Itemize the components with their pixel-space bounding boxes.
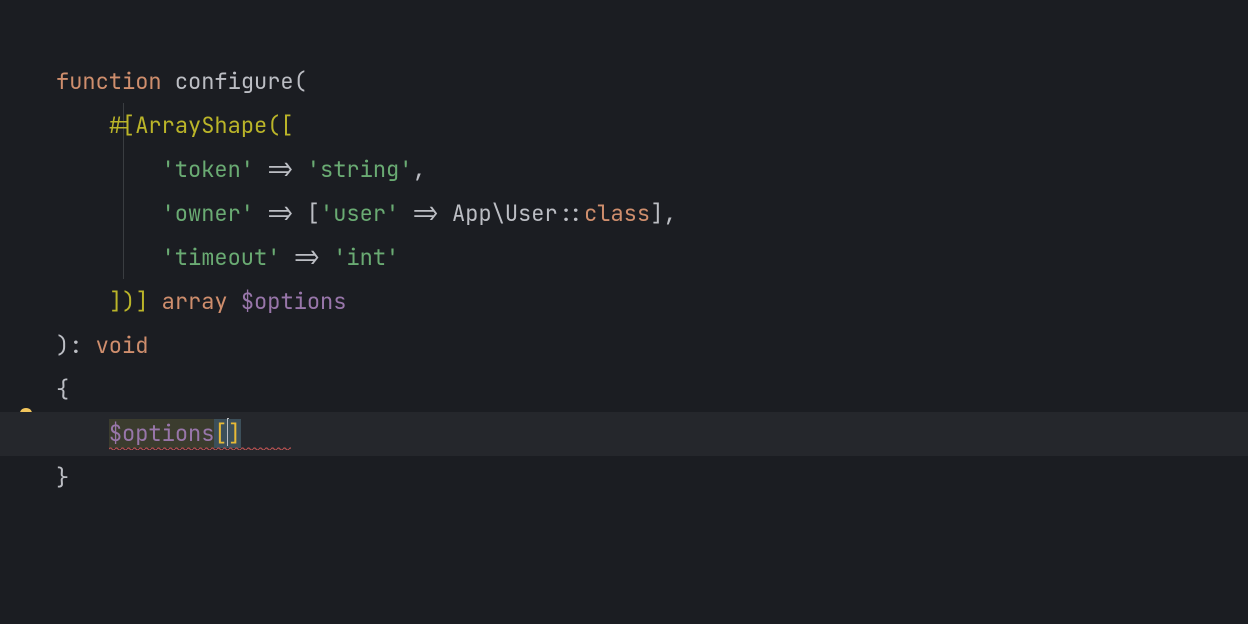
- code-editor[interactable]: function configure( #[ArrayShape([ 'toke…: [0, 0, 1248, 624]
- code-line[interactable]: 'timeout' => 'int': [56, 236, 1248, 280]
- class-keyword: class: [584, 199, 650, 228]
- attribute-bracket: [: [280, 111, 293, 140]
- namespace: App\User: [452, 199, 558, 228]
- comma: ,: [663, 199, 676, 228]
- code-line[interactable]: ): void: [56, 324, 1248, 368]
- code-line[interactable]: function configure(: [56, 60, 1248, 104]
- string-key: 'token': [162, 155, 254, 184]
- arrow-op: =>: [412, 199, 438, 228]
- keyword-function: function: [56, 67, 162, 96]
- attribute-close: ])]: [109, 287, 149, 316]
- string-key: 'user': [320, 199, 399, 228]
- code-line[interactable]: {: [56, 368, 1248, 412]
- string-value: 'string': [307, 155, 413, 184]
- code-line[interactable]: }: [56, 456, 1248, 500]
- gutter: [0, 0, 48, 624]
- arrow-op: =>: [294, 243, 320, 272]
- bracket-close-hl: ]: [228, 419, 241, 448]
- brace-close: }: [56, 463, 69, 492]
- code-area[interactable]: function configure( #[ArrayShape([ 'toke…: [56, 60, 1248, 500]
- keyword-array: array: [162, 287, 228, 316]
- arrow-op: =>: [267, 199, 293, 228]
- brace-open: {: [56, 375, 69, 404]
- error-underline: [109, 447, 291, 450]
- code-line-current[interactable]: $options[]: [56, 412, 1248, 456]
- arrow-op: =>: [267, 155, 293, 184]
- bracket-close: ]: [650, 199, 663, 228]
- string-key: 'owner': [162, 199, 254, 228]
- keyword-void: void: [96, 331, 149, 360]
- code-line[interactable]: 'owner' => ['user' => App\User::class],: [56, 192, 1248, 236]
- paren-open: (: [294, 67, 307, 96]
- variable-usage: $options: [109, 419, 215, 448]
- colon: :: [69, 331, 82, 360]
- function-name: configure: [175, 67, 294, 96]
- string-key: 'timeout': [162, 243, 281, 272]
- attribute-name: ArrayShape: [135, 111, 267, 140]
- variable: $options: [241, 287, 347, 316]
- paren-close: ): [56, 331, 69, 360]
- string-value: 'int': [333, 243, 399, 272]
- double-colon: ::: [558, 199, 584, 228]
- code-line[interactable]: ])] array $options: [56, 280, 1248, 324]
- attribute-open: #[: [109, 111, 135, 140]
- comma: ,: [412, 155, 425, 184]
- bracket-open: [: [307, 199, 320, 228]
- code-line[interactable]: 'token' => 'string',: [56, 148, 1248, 192]
- code-line[interactable]: #[ArrayShape([: [56, 104, 1248, 148]
- attribute-paren: (: [267, 111, 280, 140]
